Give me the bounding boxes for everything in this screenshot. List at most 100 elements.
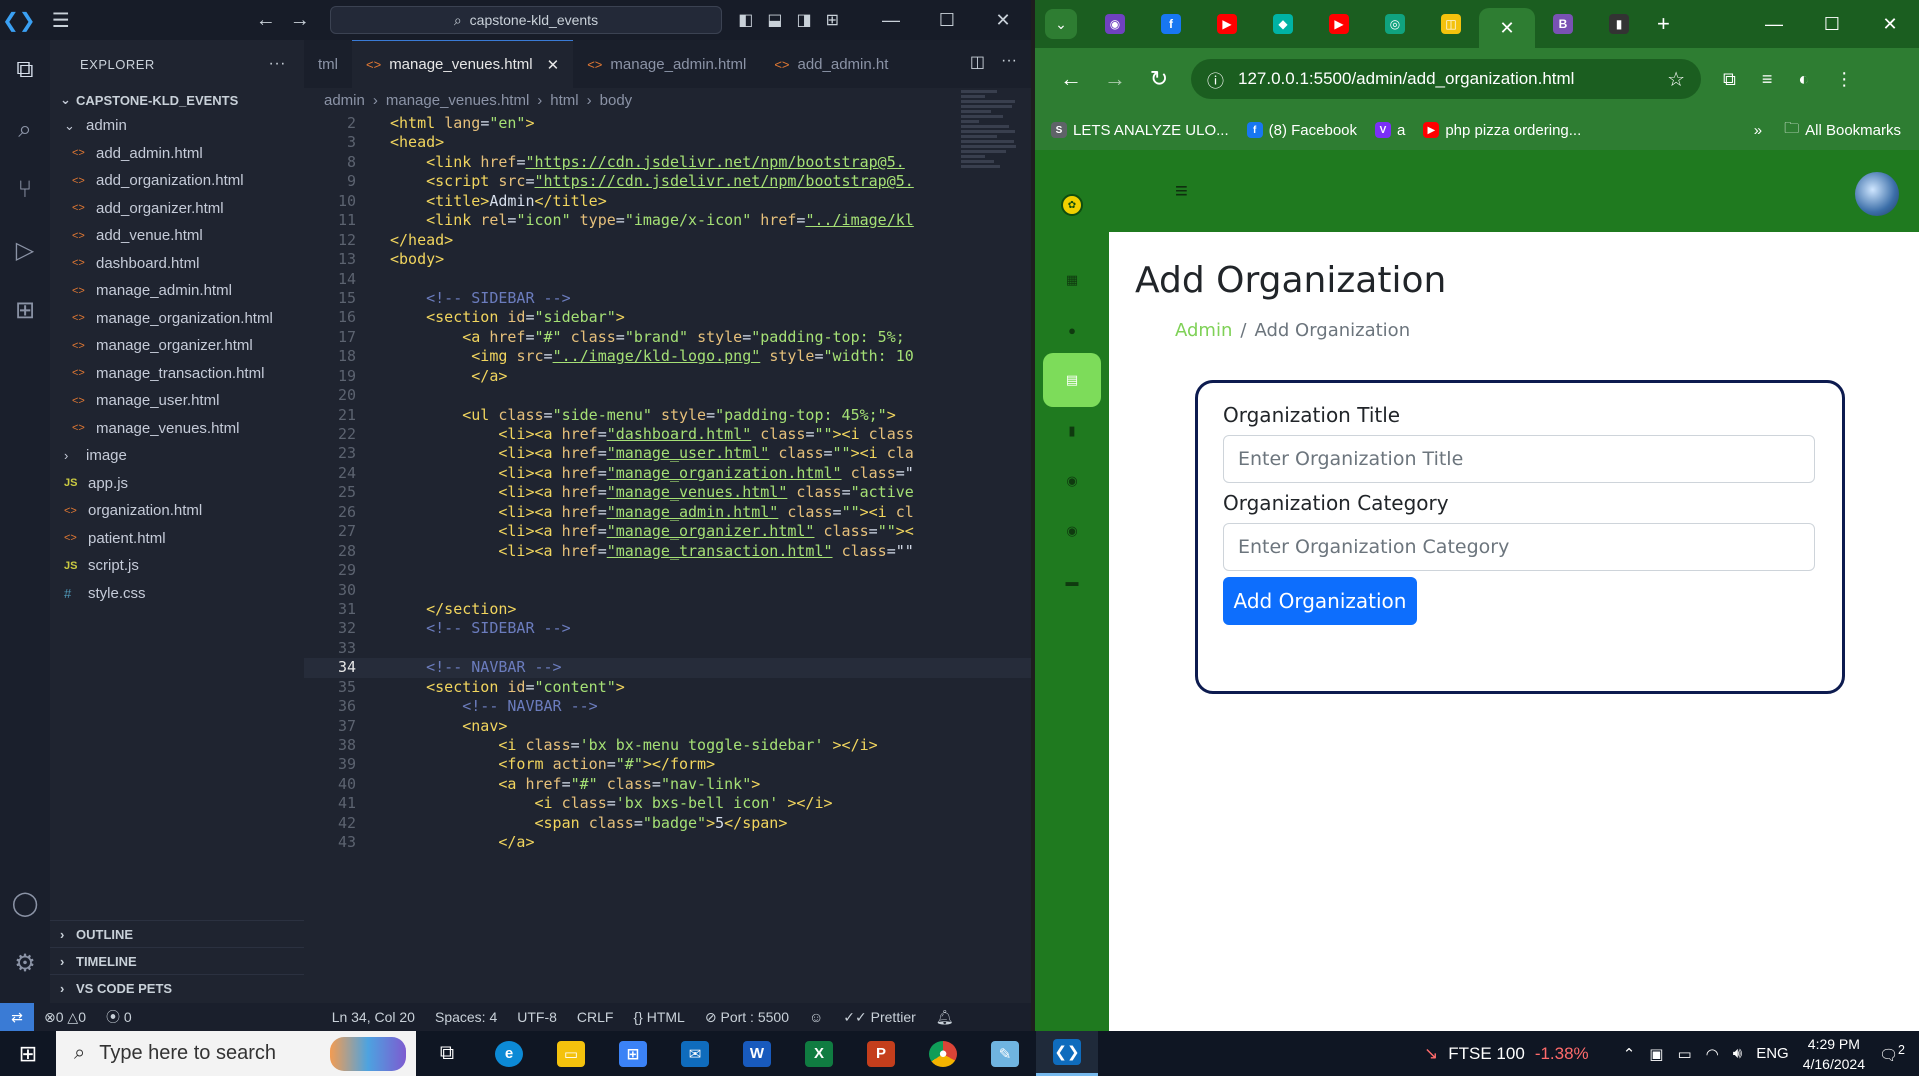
notepad-icon[interactable]: ✎ bbox=[974, 1031, 1036, 1076]
extensions-icon[interactable]: ⊞ bbox=[0, 280, 50, 340]
code-line[interactable]: 43 </a> bbox=[304, 833, 1031, 852]
sidebar-nav-item[interactable]: ▮ bbox=[1043, 404, 1101, 458]
breadcrumb-item[interactable]: manage_venues.html bbox=[386, 92, 529, 109]
run-debug-icon[interactable]: ▷ bbox=[0, 220, 50, 280]
browser-tab[interactable]: f bbox=[1143, 7, 1199, 41]
bookmark-item[interactable]: S LETS ANALYZE ULO... bbox=[1051, 122, 1229, 139]
end-of-line[interactable]: CRLF bbox=[567, 1009, 624, 1025]
reload-icon[interactable]: ↻ bbox=[1137, 66, 1181, 92]
file-explorer-icon[interactable]: ▭ bbox=[540, 1031, 602, 1076]
code-line[interactable]: 21 <ul class="side-menu" style="padding-… bbox=[304, 406, 1031, 425]
breadcrumb-admin-link[interactable]: Admin bbox=[1175, 320, 1232, 341]
code-line[interactable]: 19 </a> bbox=[304, 367, 1031, 386]
task-view-icon[interactable]: ⧉ bbox=[416, 1031, 478, 1076]
forward-arrow-icon[interactable]: → bbox=[1093, 66, 1137, 92]
battery-icon[interactable]: ▭ bbox=[1677, 1045, 1691, 1063]
code-line[interactable]: 42 <span class="badge">5</span> bbox=[304, 814, 1031, 833]
browser-tab[interactable]: ◆ bbox=[1255, 7, 1311, 41]
minimize-icon[interactable]: — bbox=[1745, 14, 1803, 35]
ports-indicator[interactable]: ⦿ 0 bbox=[96, 1007, 142, 1027]
code-line[interactable]: 13 <body> bbox=[304, 250, 1031, 269]
editor-tab[interactable]: <> manage_admin.html bbox=[573, 40, 760, 88]
code-editor[interactable]: 2 <html lang="en"> 3 <head> 8 <link href="ht… bbox=[304, 114, 1031, 1003]
code-line[interactable]: 35 <section id="content"> bbox=[304, 678, 1031, 697]
all-bookmarks-button[interactable]: 🗀︎ All Bookmarks bbox=[1784, 118, 1901, 143]
editor-tab[interactable]: <> add_admin.ht bbox=[760, 40, 902, 88]
close-icon[interactable]: ✕ bbox=[1861, 14, 1919, 35]
editor-tab[interactable]: tml bbox=[304, 40, 352, 88]
extensions-icon[interactable]: ⧉ bbox=[1723, 69, 1736, 90]
tree-file[interactable]: <> manage_venues.html bbox=[50, 415, 304, 443]
sidebar-nav-item[interactable]: ▦ bbox=[1043, 253, 1101, 307]
bookmark-item[interactable]: ▶ php pizza ordering... bbox=[1423, 122, 1581, 139]
code-line[interactable]: 33 bbox=[304, 639, 1031, 658]
close-tab-icon[interactable]: ✕ bbox=[547, 56, 560, 74]
breadcrumb-item[interactable]: body bbox=[600, 92, 633, 109]
language-mode[interactable]: {} HTML bbox=[623, 1009, 694, 1025]
code-line[interactable]: 10 <title>Admin</title> bbox=[304, 192, 1031, 211]
close-tab-icon[interactable]: ✕ bbox=[1499, 18, 1514, 39]
profile-avatar[interactable]: ◐ bbox=[1798, 69, 1809, 90]
organization-title-input[interactable] bbox=[1223, 435, 1815, 483]
code-line[interactable]: 16 <section id="sidebar"> bbox=[304, 308, 1031, 327]
windows-start-icon[interactable]: ⊞ bbox=[0, 1031, 56, 1076]
volume-icon[interactable]: 🔊︎ bbox=[1733, 1045, 1742, 1062]
menu-icon[interactable]: ☰ bbox=[36, 8, 86, 33]
account-icon[interactable]: ◯ bbox=[0, 873, 50, 933]
code-line[interactable]: 11 <link rel="icon" type="image/x-icon" … bbox=[304, 211, 1031, 230]
wifi-icon[interactable]: ◠ bbox=[1706, 1045, 1719, 1063]
microsoft-store-icon[interactable]: ⊞ bbox=[602, 1031, 664, 1076]
forward-arrow-icon[interactable]: → bbox=[290, 9, 310, 32]
media-controls-icon[interactable]: ≡ bbox=[1762, 69, 1773, 90]
bookmark-star-icon[interactable]: ☆ bbox=[1667, 67, 1685, 92]
tree-file[interactable]: # style.css bbox=[50, 580, 304, 608]
back-arrow-icon[interactable]: ← bbox=[1049, 66, 1093, 92]
user-avatar[interactable] bbox=[1855, 172, 1899, 216]
tree-file[interactable]: <> add_venue.html bbox=[50, 222, 304, 250]
code-line[interactable]: 22 <li><a href="dashboard.html" class=""… bbox=[304, 425, 1031, 444]
sidebar-nav-item[interactable]: ▬ bbox=[1043, 554, 1101, 608]
input-language[interactable]: ENG bbox=[1756, 1045, 1789, 1062]
tree-file[interactable]: <> add_admin.html bbox=[50, 140, 304, 168]
search-icon[interactable]: ⌕ bbox=[0, 100, 50, 160]
workspace-root-folder[interactable]: ⌄ CAPSTONE-KLD_EVENTS bbox=[50, 88, 304, 112]
code-line[interactable]: 25 <li><a href="manage_venues.html" clas… bbox=[304, 483, 1031, 502]
explorer-icon[interactable]: ⧉ bbox=[0, 40, 50, 100]
code-line[interactable]: 34 <!-- NAVBAR --> bbox=[304, 658, 1031, 678]
sidebar-nav-item[interactable]: ● bbox=[1043, 303, 1101, 357]
breadcrumb-item[interactable]: admin bbox=[324, 92, 365, 109]
tree-file[interactable]: <> dashboard.html bbox=[50, 250, 304, 278]
browser-tab[interactable]: ◉ bbox=[1087, 7, 1143, 41]
close-icon[interactable]: ✕ bbox=[975, 10, 1031, 31]
word-icon[interactable]: W bbox=[726, 1031, 788, 1076]
sidebar-nav-item[interactable]: ◉ bbox=[1043, 454, 1101, 508]
maximize-icon[interactable]: ☐ bbox=[919, 10, 975, 31]
toggle-sidebar-menu-icon[interactable]: ≡ bbox=[1175, 178, 1188, 204]
explorer-section[interactable]: › VS CODE PETS bbox=[50, 974, 304, 1001]
meet-now-icon[interactable]: ▣ bbox=[1649, 1045, 1663, 1063]
tree-file[interactable]: <> add_organization.html bbox=[50, 167, 304, 195]
browser-tab[interactable]: ▶ bbox=[1199, 7, 1255, 41]
minimize-icon[interactable]: — bbox=[863, 10, 919, 31]
prettier-status[interactable]: ✓✓ Prettier bbox=[833, 1009, 925, 1026]
code-line[interactable]: 38 <i class='bx bx-menu toggle-sidebar' … bbox=[304, 736, 1031, 755]
maximize-icon[interactable]: ☐ bbox=[1803, 14, 1861, 35]
tree-folder[interactable]: › image bbox=[50, 442, 304, 470]
organization-category-input[interactable] bbox=[1223, 523, 1815, 571]
more-bookmarks-icon[interactable]: » bbox=[1754, 122, 1762, 139]
toggle-secondary-sidebar-icon[interactable]: ◨ bbox=[796, 10, 811, 30]
code-line[interactable]: 18 <img src="../image/kld-logo.png" styl… bbox=[304, 347, 1031, 366]
remote-indicator-icon[interactable]: ⇄ bbox=[0, 1003, 34, 1031]
code-line[interactable]: 27 <li><a href="manage_organizer.html" c… bbox=[304, 522, 1031, 541]
more-actions-icon[interactable]: ··· bbox=[1001, 52, 1017, 72]
notifications-bell-icon[interactable]: 🔔︎ bbox=[926, 1009, 964, 1026]
code-line[interactable]: 36 <!-- NAVBAR --> bbox=[304, 697, 1031, 716]
active-tab[interactable]: ✕ bbox=[1479, 8, 1535, 48]
tree-file[interactable]: <> manage_organization.html bbox=[50, 305, 304, 333]
code-line[interactable]: 28 <li><a href="manage_transaction.html"… bbox=[304, 542, 1031, 561]
command-center-search[interactable]: ⌕ capstone-kld_events bbox=[329, 6, 723, 34]
code-line[interactable]: 17 <a href="#" class="brand" style="padd… bbox=[304, 328, 1031, 347]
bookmark-item[interactable]: f (8) Facebook bbox=[1246, 122, 1357, 139]
browser-tab[interactable]: ◎ bbox=[1367, 7, 1423, 41]
code-line[interactable]: 39 <form action="#"></form> bbox=[304, 755, 1031, 774]
